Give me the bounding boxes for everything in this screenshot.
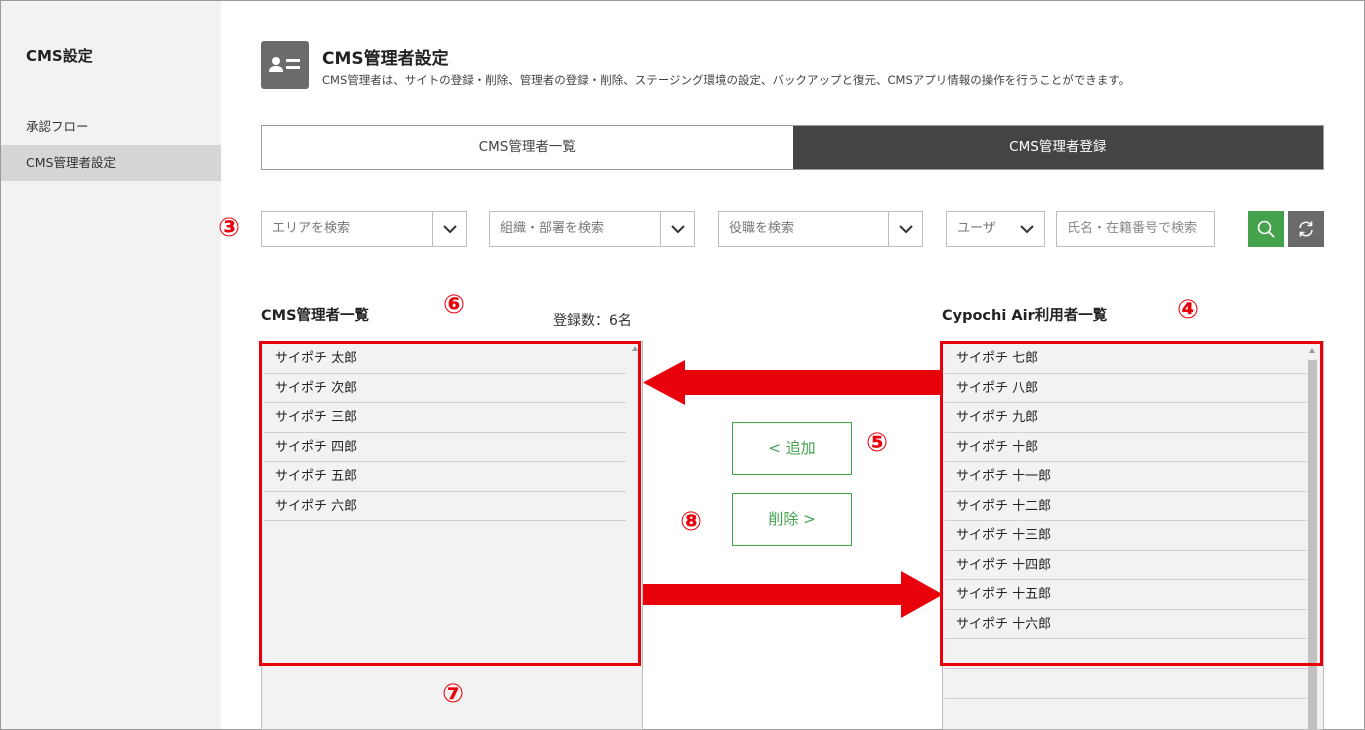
annotation-8: ⑧ (680, 507, 703, 537)
arrow-left-icon (643, 360, 943, 405)
chevron-down-icon (432, 212, 466, 246)
user-list-label: Cypochi Air利用者一覧 (942, 308, 1108, 324)
org-select-placeholder: 組織・部署を検索 (500, 221, 605, 236)
type-select-value: ユーザ (957, 221, 996, 236)
annotation-7: ⑦ (442, 679, 465, 709)
tab-bar: CMS管理者一覧 CMS管理者登録 (261, 125, 1324, 170)
sidebar-item-cms-admin-settings[interactable]: CMS管理者設定 (1, 145, 221, 181)
role-select[interactable]: 役職を検索 (718, 211, 923, 247)
name-search-input[interactable]: 氏名・在籍番号で検索 (1056, 211, 1215, 247)
reset-button[interactable] (1288, 211, 1324, 247)
annotation-5: ⑤ (866, 428, 889, 458)
area-select-placeholder: エリアを検索 (272, 221, 351, 236)
page-title: CMS管理者設定 (322, 49, 449, 69)
chevron-down-icon (1010, 212, 1044, 246)
refresh-icon (1299, 221, 1313, 237)
area-select[interactable]: エリアを検索 (261, 211, 467, 247)
annotation-4: ④ (1177, 295, 1200, 325)
sidebar: CMS設定 承認フロー CMS管理者設定 (1, 1, 221, 729)
user-card-icon (261, 41, 309, 89)
tab-admin-register[interactable]: CMS管理者登録 (792, 126, 1323, 169)
chevron-down-icon (888, 212, 922, 246)
sidebar-item-approval-flow[interactable]: 承認フロー (1, 109, 221, 145)
add-button[interactable]: < 追加 (732, 422, 852, 475)
role-select-placeholder: 役職を検索 (729, 221, 795, 236)
highlight-admin-list (259, 341, 641, 666)
chevron-down-icon (660, 212, 694, 246)
sidebar-title: CMS設定 (26, 47, 93, 65)
tab-admin-list[interactable]: CMS管理者一覧 (262, 126, 793, 169)
search-icon (1257, 220, 1275, 238)
org-select[interactable]: 組織・部署を検索 (489, 211, 695, 247)
admin-list-label: CMS管理者一覧 (261, 308, 370, 324)
page-description: CMS管理者は、サイトの登録・削除、管理者の登録・削除、ステージング環境の設定、… (322, 73, 1131, 87)
annotation-3: ③ (218, 213, 241, 243)
remove-button[interactable]: 削除 > (732, 493, 852, 546)
highlight-user-list (940, 341, 1323, 666)
arrow-right-icon (643, 571, 943, 618)
annotation-6: ⑥ (443, 290, 466, 320)
type-select[interactable]: ユーザ (946, 211, 1045, 247)
list-item-empty (945, 669, 1307, 699)
admin-count: 登録数：6名 (553, 313, 632, 329)
search-button[interactable] (1248, 211, 1284, 247)
